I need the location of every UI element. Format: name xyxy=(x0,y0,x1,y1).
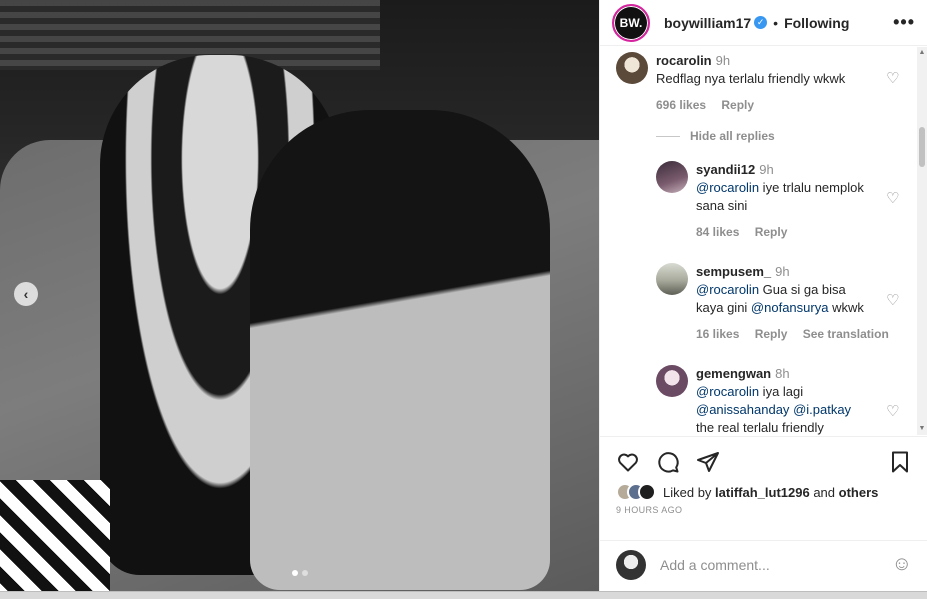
author-avatar[interactable]: BW. xyxy=(612,3,650,42)
share-send-icon[interactable] xyxy=(696,450,720,474)
reply-time: 8h xyxy=(775,366,790,381)
liker-avatars xyxy=(616,483,656,501)
hide-replies-label: Hide all replies xyxy=(690,129,775,143)
divider-line xyxy=(656,135,680,137)
add-comment-bar: ☺ xyxy=(600,540,927,588)
liked-by-connector: and xyxy=(809,484,839,500)
replier-avatar[interactable] xyxy=(656,365,688,397)
chevron-left-icon: ‹ xyxy=(23,286,29,302)
reply-text-line2b: wkwk xyxy=(828,300,864,315)
like-heart-icon[interactable] xyxy=(616,450,640,474)
reply-reply-button[interactable]: Reply xyxy=(755,327,788,341)
carousel-dot-active xyxy=(291,570,298,576)
liked-by-others[interactable]: others xyxy=(839,485,879,500)
reply-mention[interactable]: @rocarolin xyxy=(696,384,759,399)
reply-text-line1: Gua si ga bisa xyxy=(759,282,846,297)
reply-username[interactable]: sempusem_ xyxy=(696,264,771,279)
hide-replies-button[interactable]: Hide all replies xyxy=(656,129,775,143)
striped-pillow xyxy=(0,480,110,599)
author-username[interactable]: boywilliam17 xyxy=(664,15,751,31)
see-translation-button[interactable]: See translation xyxy=(803,327,889,341)
reply-time: 9h xyxy=(759,162,774,177)
reply-mention-2[interactable]: @nofansurya xyxy=(751,300,829,315)
reply-text-line3: the real terlalu friendly xyxy=(696,420,824,435)
reply-likes[interactable]: 84 likes xyxy=(696,225,739,239)
comment-bubble-icon[interactable] xyxy=(656,450,680,474)
reply-item: sempusem_ 9h @rocarolin Gua si ga bisa ka… xyxy=(656,263,901,343)
following-button[interactable]: Following xyxy=(784,15,849,31)
post-header: BW. boywilliam17 ✓ • Following ••• xyxy=(600,0,927,46)
reply-text-line1: iye trlalu nemplok xyxy=(759,180,864,195)
person-right xyxy=(250,110,550,590)
reply-text-line2: sana sini xyxy=(696,198,748,213)
liked-by-row: Liked by latiffah_lut1296 and others xyxy=(600,483,927,501)
reply-time: 9h xyxy=(775,264,790,279)
carousel-dots xyxy=(0,570,599,576)
liker-avatar[interactable] xyxy=(638,483,656,501)
comments-list[interactable]: rocarolin 9h Redflag nya terlalu friendly… xyxy=(600,47,918,435)
reply-mention[interactable]: @rocarolin xyxy=(696,282,759,297)
author-avatar-text: BW. xyxy=(619,15,643,30)
carousel-prev-button[interactable]: ‹ xyxy=(14,282,38,306)
verified-badge-icon: ✓ xyxy=(754,16,768,29)
post-time-ago[interactable]: 9 HOURS AGO xyxy=(600,501,927,515)
reply-text-line2a: kaya gini xyxy=(696,300,751,315)
replier-avatar[interactable] xyxy=(656,263,688,295)
liked-by-prefix: Liked by xyxy=(663,484,716,500)
reply-mention-2[interactable]: @anissahanday xyxy=(696,402,789,417)
liked-by-text: Liked by latiffah_lut1296 and others xyxy=(663,485,878,500)
reply-mention-3[interactable]: @i.patkay xyxy=(793,402,851,417)
comment-reply-button[interactable]: Reply xyxy=(721,98,754,112)
scrollbar-thumb[interactable] xyxy=(919,127,925,167)
separator-dot: • xyxy=(773,14,779,31)
reply-username[interactable]: gemengwan xyxy=(696,366,771,381)
like-comment-heart-icon[interactable]: ♡ xyxy=(886,69,902,87)
emoji-picker-icon[interactable]: ☺ xyxy=(892,553,912,576)
liked-by-user[interactable]: latiffah_lut1296 xyxy=(715,485,810,500)
post-photo[interactable]: ‹ xyxy=(0,0,599,599)
like-reply-heart-icon[interactable]: ♡ xyxy=(886,189,902,207)
comment-username[interactable]: rocarolin xyxy=(656,53,712,68)
comment-text: Redflag nya terlalu friendly wkwk xyxy=(656,71,846,86)
like-reply-heart-icon[interactable]: ♡ xyxy=(886,291,902,309)
comment-item: rocarolin 9h Redflag nya terlalu friendly… xyxy=(616,52,845,114)
like-reply-heart-icon[interactable]: ♡ xyxy=(886,402,902,420)
comment-likes[interactable]: 696 likes xyxy=(656,98,706,112)
replier-avatar[interactable] xyxy=(656,161,688,193)
add-comment-input[interactable] xyxy=(660,556,880,573)
save-bookmark-icon[interactable] xyxy=(888,450,912,474)
post-side-panel: BW. boywilliam17 ✓ • Following ••• rocar… xyxy=(599,0,927,599)
carousel-dot xyxy=(301,570,308,576)
scroll-up-arrow-icon[interactable]: ▲ xyxy=(918,49,926,57)
reply-likes[interactable]: 16 likes xyxy=(696,327,739,341)
reply-item: syandii12 9h @rocarolin iye trlalu nemplo… xyxy=(656,161,864,241)
taskbar-strip xyxy=(0,591,927,599)
reply-item: gemengwan 8h @rocarolin iya lagi @anissah… xyxy=(656,365,851,435)
reply-reply-button[interactable]: Reply xyxy=(755,225,788,239)
more-options-icon[interactable]: ••• xyxy=(893,12,915,33)
comment-time: 9h xyxy=(715,53,731,68)
action-icons-row xyxy=(600,437,927,487)
comments-scrollbar[interactable]: ▲ ▼ xyxy=(917,47,927,435)
current-user-avatar xyxy=(616,549,646,580)
post-actions: Liked by latiffah_lut1296 and others 9 H… xyxy=(600,436,927,515)
reply-username[interactable]: syandii12 xyxy=(696,162,755,177)
reply-text-line1: iya lagi xyxy=(759,384,804,399)
reply-mention[interactable]: @rocarolin xyxy=(696,180,759,195)
commenter-avatar[interactable] xyxy=(616,52,648,84)
scroll-down-arrow-icon[interactable]: ▼ xyxy=(918,425,926,433)
